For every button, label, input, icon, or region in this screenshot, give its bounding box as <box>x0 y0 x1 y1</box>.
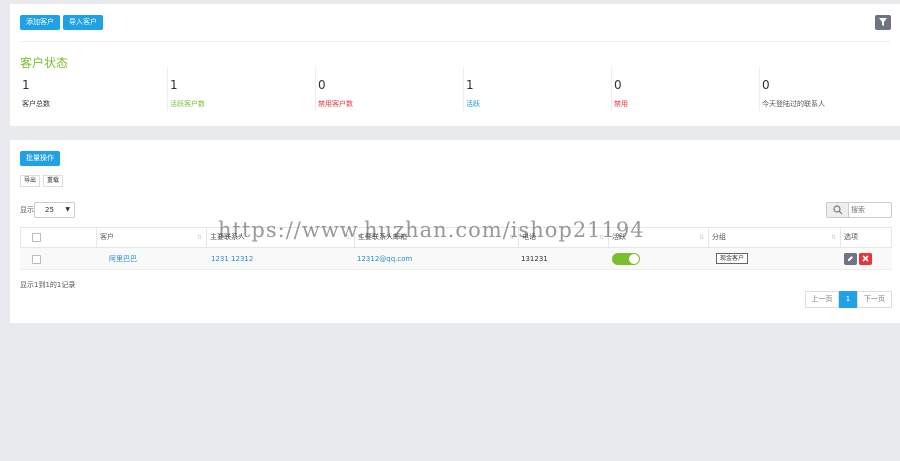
export-button[interactable]: 导出 <box>20 175 40 187</box>
stat-label: 禁用 <box>614 100 628 108</box>
stat-label: 活跃客户数 <box>170 100 205 108</box>
customer-name-link[interactable]: 阿里巴巴 <box>106 248 137 270</box>
stat-label: 禁用客户数 <box>318 100 353 108</box>
stat-disabled-contacts: 0 禁用 <box>612 67 760 111</box>
stat-value: 0 <box>318 78 326 92</box>
column-header-group[interactable]: 分组 ⇅ <box>709 228 841 247</box>
email-link[interactable]: 12312@qq.com <box>354 248 412 270</box>
column-header-phone[interactable]: 电话 ⇅ <box>519 228 609 247</box>
select-all-cell <box>21 228 97 247</box>
search-icon-box <box>827 203 849 217</box>
edit-button[interactable] <box>844 253 857 265</box>
stat-label: 客户总数 <box>22 100 50 108</box>
stat-logged-in-today: 0 今天登陆过的联系人 <box>760 67 900 111</box>
group-badge: 现金客户 <box>716 253 749 264</box>
active-toggle[interactable] <box>612 253 640 265</box>
stat-value: 1 <box>170 78 178 92</box>
table-header: 客户 ⇅ 主要联系人 ⇅ 主要联系人邮箱 ⇅ 电话 ⇅ 活跃 ⇅ 分组 ⇅ 选项 <box>20 227 892 248</box>
table-info: 显示1到1的1记录 <box>20 281 76 289</box>
stat-value: 0 <box>762 78 770 92</box>
close-icon <box>862 255 869 262</box>
stat-value: 1 <box>22 78 30 92</box>
add-customer-button[interactable]: 添加客户 <box>20 15 60 30</box>
page-1-button[interactable]: 1 <box>839 291 857 308</box>
row-checkbox[interactable] <box>32 255 41 264</box>
column-header-customer[interactable]: 客户 ⇅ <box>97 228 207 247</box>
contact-link[interactable]: 1231 12312 <box>208 248 253 270</box>
search-input[interactable] <box>851 204 889 216</box>
column-header-active[interactable]: 活跃 ⇅ <box>609 228 709 247</box>
edit-icon <box>848 256 853 261</box>
column-header-options: 选项 <box>844 233 858 241</box>
import-customer-button[interactable]: 导入客户 <box>63 15 103 30</box>
stat-label[interactable]: 活跃 <box>466 99 480 109</box>
stat-label: 今天登陆过的联系人 <box>762 100 825 108</box>
stat-value: 0 <box>614 78 622 92</box>
reload-button[interactable]: 重载 <box>43 175 63 187</box>
search-box <box>826 202 892 218</box>
stat-total: 1 客户总数 <box>20 67 168 111</box>
page-size-select[interactable]: 25 ▼ <box>34 202 75 218</box>
stat-disabled: 0 禁用客户数 <box>316 67 464 111</box>
filter-icon <box>879 18 887 26</box>
stat-value: 1 <box>466 78 474 92</box>
search-icon <box>833 205 843 215</box>
bulk-action-button[interactable]: 批量操作 <box>20 151 60 166</box>
filter-button[interactable] <box>875 15 891 30</box>
caret-down-icon: ▼ <box>65 206 70 213</box>
stat-active: 1 活跃客户数 <box>168 67 316 111</box>
customer-status-panel: 添加客户 导入客户 客户状态 1 客户总数 1 活跃客户数 0 禁用客户数 1 … <box>10 4 900 126</box>
page-size-label: 显示 <box>20 206 34 214</box>
stat-active-contacts: 1 活跃 <box>464 67 612 111</box>
select-all-checkbox[interactable] <box>32 233 41 242</box>
column-header-email[interactable]: 主要联系人邮箱 ⇅ <box>355 228 519 247</box>
table-row: 阿里巴巴 1231 12312 12312@qq.com 131231 现金客户 <box>20 248 892 270</box>
divider <box>20 41 890 42</box>
next-page-button[interactable]: 下一页 <box>857 291 892 308</box>
customer-list-panel: 批量操作 导出 重载 显示 25 ▼ 客户⇅ 主要联系人⇅ 主要联系 <box>10 140 900 323</box>
column-header-contact[interactable]: 主要联系人 ⇅ <box>207 228 355 247</box>
phone-cell: 131231 <box>521 255 548 263</box>
prev-page-button[interactable]: 上一页 <box>805 291 839 308</box>
delete-button[interactable] <box>859 253 872 265</box>
